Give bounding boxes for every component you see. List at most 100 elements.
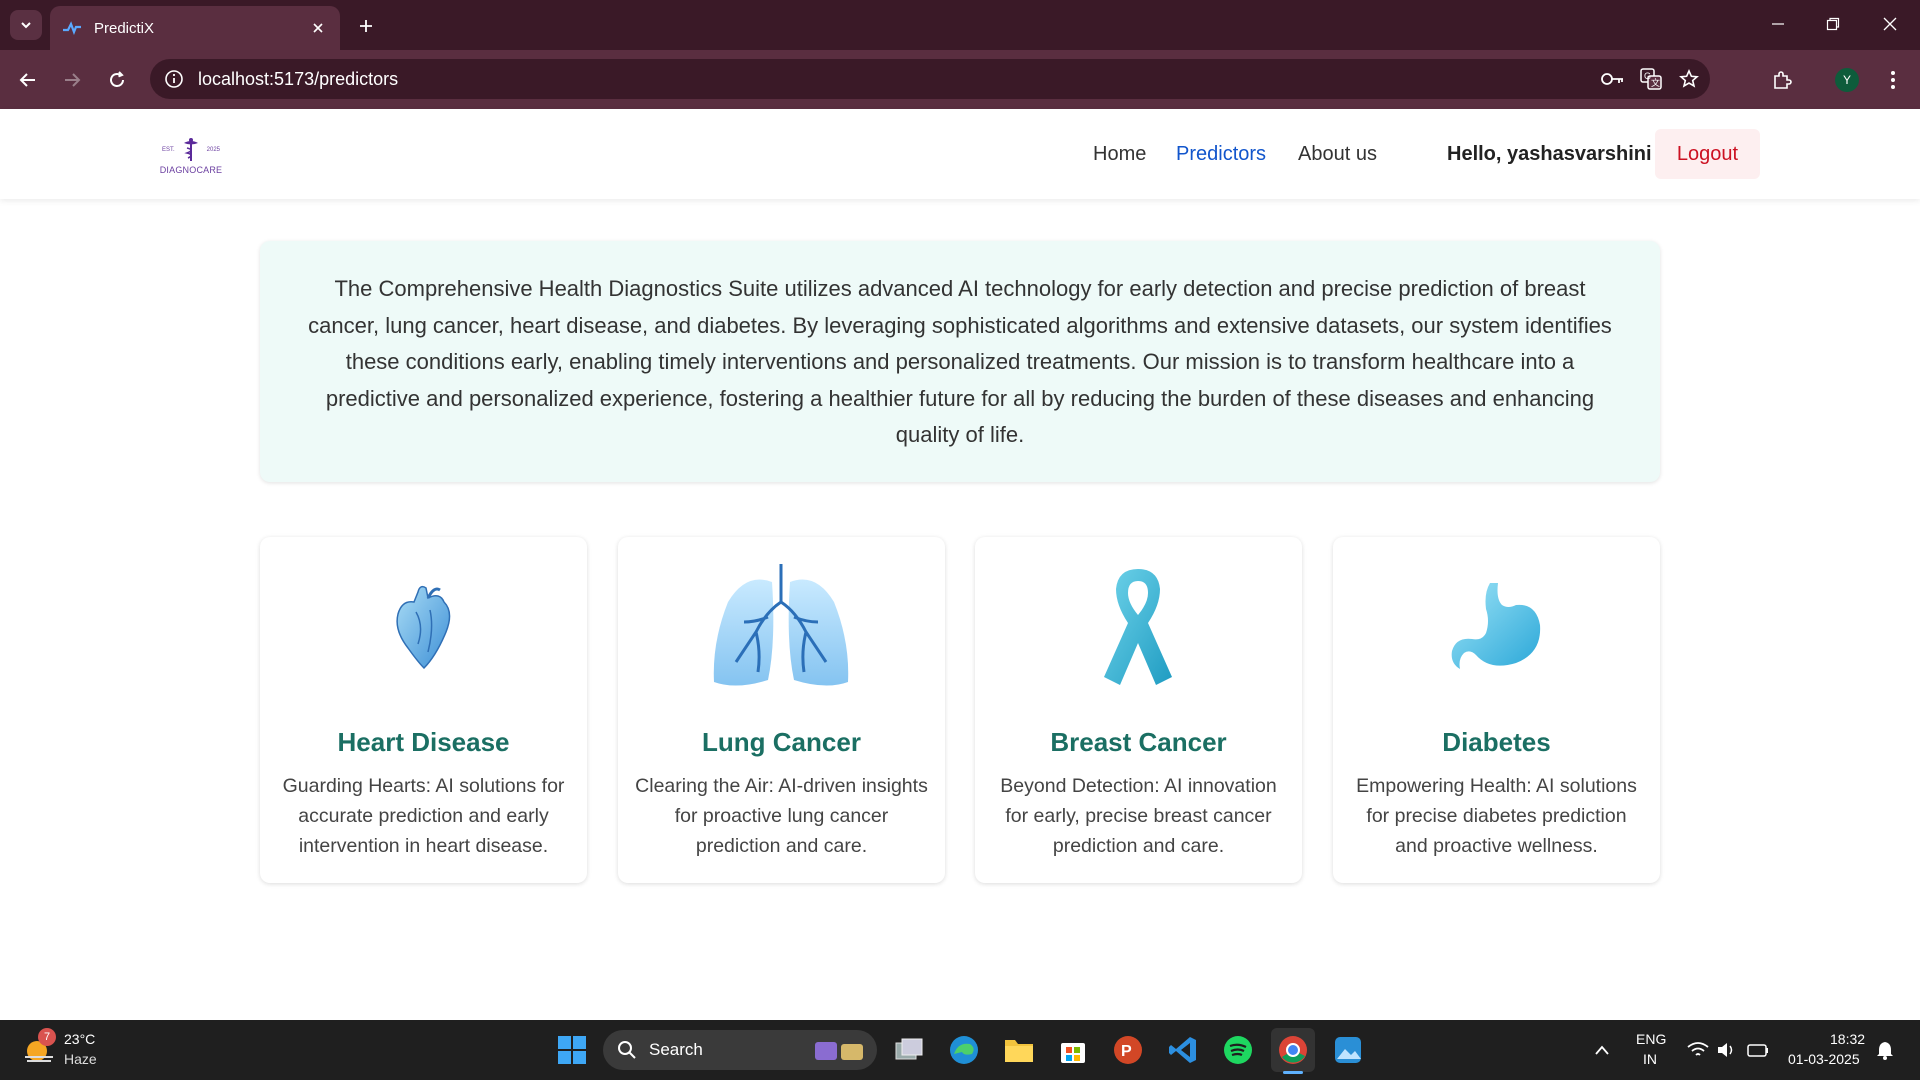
web-page: EST. 2025 DIAGNOCARE Home Predictors Abo… xyxy=(0,109,1920,1020)
store-button[interactable] xyxy=(1051,1028,1095,1072)
language-region[interactable]: IN xyxy=(1643,1051,1657,1067)
wifi-volume-battery-icon xyxy=(1687,1042,1768,1057)
start-button[interactable] xyxy=(550,1028,594,1072)
close-tab-icon[interactable] xyxy=(308,18,328,38)
powerpoint-button[interactable]: P xyxy=(1106,1028,1150,1072)
photos-icon xyxy=(1335,1037,1361,1063)
forward-button[interactable] xyxy=(56,64,88,96)
weather-condition: Haze xyxy=(64,1051,97,1067)
tab-title: PredictiX xyxy=(94,19,155,37)
bookmark-star-icon[interactable] xyxy=(1672,62,1706,96)
browser-tab[interactable]: PredictiX xyxy=(50,6,340,50)
translate-icon[interactable]: G文 xyxy=(1634,62,1668,96)
nav-about-link[interactable]: About us xyxy=(1298,143,1377,166)
spotify-button[interactable] xyxy=(1216,1028,1260,1072)
reload-button[interactable] xyxy=(101,64,133,96)
file-explorer-button[interactable] xyxy=(997,1028,1041,1072)
nav-predictors-link[interactable]: Predictors xyxy=(1176,143,1266,166)
diagnocare-logo[interactable]: EST. 2025 DIAGNOCARE xyxy=(158,137,224,179)
arrow-right-icon xyxy=(65,73,81,87)
photos-button[interactable] xyxy=(1326,1028,1370,1072)
profile-avatar: Y xyxy=(1835,68,1859,92)
task-view-button[interactable] xyxy=(887,1028,931,1072)
clock-date[interactable]: 01-03-2025 xyxy=(1788,1051,1860,1067)
card-description: Beyond Detection: AI innovation for earl… xyxy=(1000,775,1277,857)
edge-icon xyxy=(950,1036,978,1064)
breast-cancer-card[interactable]: Breast Cancer Beyond Detection: AI innov… xyxy=(975,537,1302,883)
logout-button[interactable]: Logout xyxy=(1655,129,1760,179)
search-icon xyxy=(618,1041,636,1059)
logo-year: 2025 xyxy=(206,147,220,153)
browser-toolbar: localhost:5173/predictors G文 Y xyxy=(0,50,1920,109)
tab-list-button[interactable] xyxy=(10,10,42,40)
intro-panel: The Comprehensive Health Diagnostics Sui… xyxy=(260,241,1660,482)
card-title: Breast Cancer xyxy=(1050,727,1227,757)
card-title: Diabetes xyxy=(1442,727,1551,757)
card-description: Empowering Health: AI solutions for prec… xyxy=(1356,775,1637,857)
card-title: Lung Cancer xyxy=(702,727,861,757)
vscode-button[interactable] xyxy=(1161,1028,1205,1072)
search-label: Search xyxy=(649,1040,703,1059)
close-window-button[interactable] xyxy=(1872,10,1908,38)
back-button[interactable] xyxy=(12,64,44,96)
card-description: Guarding Hearts: AI solutions for accura… xyxy=(282,775,565,857)
weather-widget[interactable]: 7 xyxy=(18,1028,62,1072)
chevron-down-icon xyxy=(21,22,31,29)
password-key-icon[interactable] xyxy=(1596,62,1630,96)
site-info-icon[interactable] xyxy=(164,69,184,89)
vscode-icon xyxy=(1169,1037,1196,1063)
lung-cancer-card[interactable]: Lung Cancer Clearing the Air: AI-driven … xyxy=(618,537,945,883)
language-code[interactable]: ENG xyxy=(1636,1031,1666,1047)
close-icon xyxy=(1883,17,1897,31)
user-greeting: Hello, yashasvarshini xyxy=(1447,143,1652,165)
logo-est: EST. xyxy=(162,147,175,153)
chrome-icon xyxy=(1279,1036,1307,1064)
url-text[interactable]: localhost:5173/predictors xyxy=(198,69,1596,90)
heart-icon xyxy=(343,557,503,697)
svg-text:文: 文 xyxy=(1651,77,1660,88)
address-bar[interactable]: localhost:5173/predictors G文 xyxy=(150,59,1710,99)
restore-icon xyxy=(1826,17,1840,31)
predictix-favicon-icon xyxy=(63,21,81,35)
arrow-left-icon xyxy=(19,73,35,87)
reload-icon xyxy=(110,71,124,87)
weather-badge: 7 xyxy=(38,1028,56,1046)
show-hidden-icons-button[interactable] xyxy=(1580,1028,1624,1072)
svg-text:P: P xyxy=(1121,1043,1132,1060)
minimize-button[interactable] xyxy=(1760,10,1796,38)
plus-icon xyxy=(360,20,372,32)
weather-temp: 23°C xyxy=(64,1031,96,1047)
stomach-icon xyxy=(1416,557,1576,697)
puzzle-icon xyxy=(1774,71,1792,89)
extensions-button[interactable] xyxy=(1765,63,1799,97)
system-tray[interactable] xyxy=(1686,1028,1776,1072)
bell-icon xyxy=(1877,1042,1893,1060)
logo-name: DIAGNOCARE xyxy=(159,165,223,175)
windows-taskbar: 7 23°C Haze Search P ENG IN 18:32 01-03-… xyxy=(0,1020,1920,1080)
folder-icon xyxy=(1005,1040,1033,1062)
diabetes-card[interactable]: Diabetes Empowering Health: AI solutions… xyxy=(1333,537,1660,883)
lungs-icon xyxy=(701,557,861,697)
task-view-icon xyxy=(895,1038,923,1060)
edge-button[interactable] xyxy=(942,1028,986,1072)
new-tab-button[interactable] xyxy=(352,12,380,40)
profile-button[interactable]: Y xyxy=(1830,63,1864,97)
notifications-button[interactable] xyxy=(1870,1028,1900,1072)
card-description: Clearing the Air: AI-driven insights for… xyxy=(635,775,928,857)
minimize-icon xyxy=(1772,23,1784,25)
restore-button[interactable] xyxy=(1815,10,1851,38)
chrome-button[interactable] xyxy=(1271,1028,1315,1074)
browser-tab-bar: PredictiX xyxy=(0,0,1920,50)
heart-disease-card[interactable]: Heart Disease Guarding Hearts: AI soluti… xyxy=(260,537,587,883)
search-highlight-icon xyxy=(815,1042,863,1060)
browser-menu-button[interactable] xyxy=(1876,63,1910,97)
windows-logo-icon xyxy=(558,1036,586,1064)
nav-home-link[interactable]: Home xyxy=(1093,143,1146,166)
active-indicator xyxy=(1271,1071,1315,1074)
site-header: EST. 2025 DIAGNOCARE Home Predictors Abo… xyxy=(0,109,1920,199)
taskbar-search[interactable]: Search xyxy=(603,1030,877,1070)
more-vertical-icon xyxy=(1891,71,1895,89)
store-icon xyxy=(1061,1043,1085,1063)
clock-time[interactable]: 18:32 xyxy=(1830,1031,1865,1047)
spotify-icon xyxy=(1224,1036,1252,1064)
